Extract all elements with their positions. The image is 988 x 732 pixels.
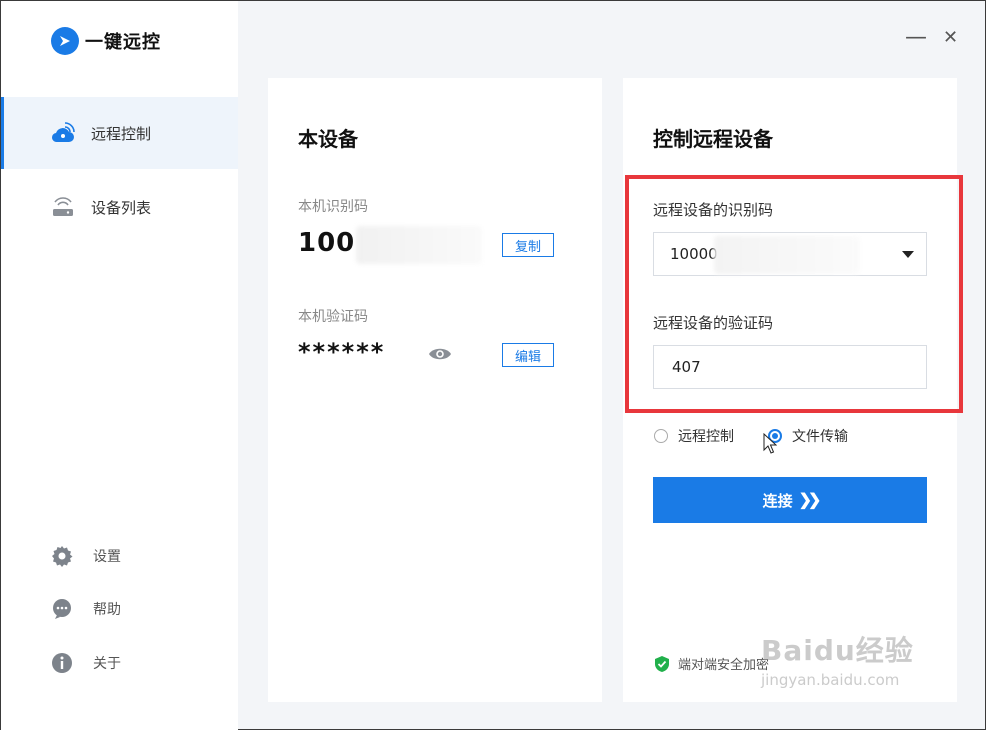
eye-icon[interactable] — [428, 346, 452, 366]
radio-remote-control[interactable] — [654, 429, 668, 443]
security-note: 端对端安全加密 — [654, 654, 769, 673]
local-id-label: 本机识别码 — [298, 199, 368, 215]
local-code-label: 本机验证码 — [298, 309, 368, 325]
connect-label: 连接 — [762, 492, 793, 510]
close-button[interactable]: ✕ — [943, 27, 958, 49]
connect-button[interactable]: 连接 ❯❯ — [653, 477, 927, 523]
app-logo-icon — [51, 27, 79, 55]
radio-label[interactable]: 文件传输 — [792, 426, 848, 446]
app-window: 一键远控 远程控制 设备列表 设置 帮助 关于 — ✕ 本设备 本机识别码 10… — [0, 0, 986, 731]
baidu-watermark: Baidu经验 jingyan.baidu.com — [761, 629, 914, 689]
remote-id-select[interactable]: 10000 — [653, 232, 927, 276]
redacted-id-blur — [356, 226, 482, 264]
router-icon — [51, 195, 75, 219]
radio-label[interactable]: 远程控制 — [678, 426, 734, 446]
brand: 一键远控 — [51, 27, 161, 55]
watermark-sub: jingyan.baidu.com — [761, 671, 900, 689]
sidebar-item-about[interactable]: 关于 — [51, 652, 121, 674]
security-text: 端对端安全加密 — [678, 658, 770, 673]
local-device-panel: 本设备 本机识别码 100 复制 本机验证码 ****** 编辑 — [268, 78, 602, 702]
remote-code-label: 远程设备的验证码 — [653, 314, 774, 332]
sidebar-item-label: 设置 — [93, 549, 121, 565]
sidebar-item-label: 关于 — [93, 656, 121, 672]
sidebar-item-help[interactable]: 帮助 — [51, 598, 121, 620]
remote-id-value: 10000 — [670, 245, 718, 263]
cloud-remote-icon — [51, 121, 75, 145]
sidebar-item-remote-control[interactable]: 远程控制 — [1, 97, 238, 169]
remote-id-label: 远程设备的识别码 — [653, 201, 774, 219]
sidebar: 一键远控 远程控制 设备列表 设置 帮助 关于 — [1, 1, 238, 731]
minimize-button[interactable]: — — [905, 27, 927, 49]
double-chevron-icon: ❯❯ — [798, 492, 822, 509]
mode-radio-group: 远程控制 文件传输 — [654, 426, 848, 446]
edit-button[interactable]: 编辑 — [502, 343, 554, 367]
copy-button[interactable]: 复制 — [502, 233, 554, 257]
sidebar-item-label: 帮助 — [93, 602, 121, 618]
gear-icon — [51, 545, 73, 567]
redacted-id-blur — [714, 236, 860, 274]
app-name: 一键远控 — [85, 32, 161, 53]
remote-panel-title: 控制远程设备 — [653, 127, 773, 151]
local-id-value: 100 — [298, 228, 356, 258]
info-icon — [51, 652, 73, 674]
sidebar-item-label: 设备列表 — [91, 198, 152, 217]
remote-code-input[interactable] — [670, 357, 874, 377]
mouse-cursor-icon — [763, 432, 778, 459]
sidebar-item-settings[interactable]: 设置 — [51, 545, 121, 567]
local-code-value: ****** — [298, 338, 386, 366]
sidebar-item-device-list[interactable]: 设备列表 — [1, 171, 238, 243]
dropdown-arrow-icon[interactable] — [902, 251, 914, 258]
local-panel-title: 本设备 — [298, 127, 358, 151]
help-chat-icon — [51, 598, 73, 620]
remote-device-panel: 控制远程设备 远程设备的识别码 10000 远程设备的验证码 — [623, 78, 957, 702]
remote-code-field[interactable] — [653, 345, 927, 389]
watermark-main: Baidu经验 — [761, 634, 914, 667]
shield-check-icon — [654, 655, 670, 673]
sidebar-item-label: 远程控制 — [91, 124, 152, 143]
